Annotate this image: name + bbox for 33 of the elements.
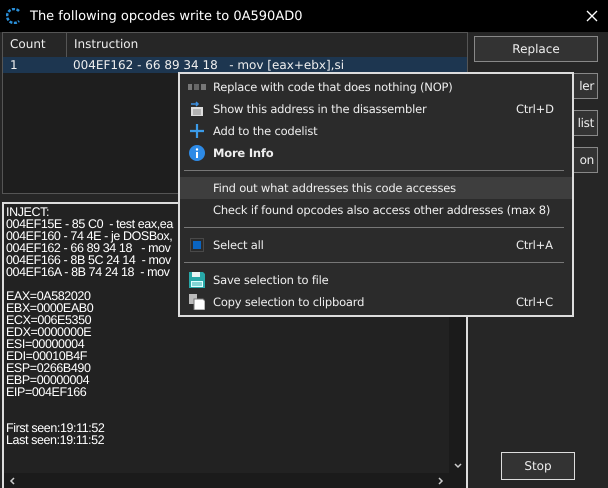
menu-item[interactable]: Check if found opcodes also access other addresses (max 8) <box>180 199 572 221</box>
action-button[interactable]: Replace <box>474 36 598 62</box>
register-line: ESP=0266B490 <box>6 362 91 374</box>
timestamp-line: First seen:19:11:52 <box>6 422 104 434</box>
table-cell-text: 1 <box>9 58 19 72</box>
menu-item[interactable]: Copy selection to clipboard Ctrl+C <box>180 291 572 313</box>
trace-line: 004EF160 - 74 4E - je DOSBox, <box>6 230 172 242</box>
menu-item[interactable]: Replace with code that does nothing (NOP) <box>180 76 572 98</box>
register-line: EBP=00000004 <box>6 374 90 386</box>
trace-line: 004EF166 - 8B 5C 24 14 - mov <box>6 254 171 266</box>
menu-item[interactable]: Select all Ctrl+A <box>180 234 572 256</box>
menu-item[interactable]: Add to the codelist <box>180 120 572 142</box>
menu-item[interactable]: Find out what addresses this code accesses <box>180 177 572 199</box>
register-line: ECX=006E5350 <box>6 314 92 326</box>
trace-line: INJECT: <box>6 206 50 218</box>
trace-line: 004EF15E - 85 C0 - test eax,ea <box>6 218 173 230</box>
trace-line: 004EF16A - 8B 74 24 18 - mov <box>6 266 170 278</box>
register-line: ESI=00000004 <box>6 338 84 350</box>
table-cell-text: 004EF162 - 66 89 34 18 - mov [eax+ebx],si <box>72 58 346 72</box>
menu-item[interactable]: Show this address in the disassembler Ctrl+D <box>180 98 572 120</box>
stop-button[interactable]: Stop <box>501 452 575 480</box>
window-title: The following opcodes write to 0A590AD0 <box>30 8 304 24</box>
opcode-row[interactable]: 1 004EF162 - 66 89 34 18 - mov [eax+ebx],si <box>3 57 467 73</box>
column-header[interactable]: Count <box>3 33 66 57</box>
register-line: EIP=004EF166 <box>6 386 86 398</box>
register-line: EBX=0000EAB0 <box>6 302 94 314</box>
register-line: EAX=0A582020 <box>6 290 91 302</box>
register-line: EDX=0000000E <box>6 326 92 338</box>
menu-item[interactable]: More Info <box>180 142 572 164</box>
trace-line: 004EF162 - 66 89 34 18 - mov <box>6 242 170 254</box>
menu-item[interactable]: Save selection to file <box>180 269 572 291</box>
register-line: EDI=00010B4F <box>6 350 88 362</box>
timestamp-line: Last seen:19:11:52 <box>6 434 104 446</box>
